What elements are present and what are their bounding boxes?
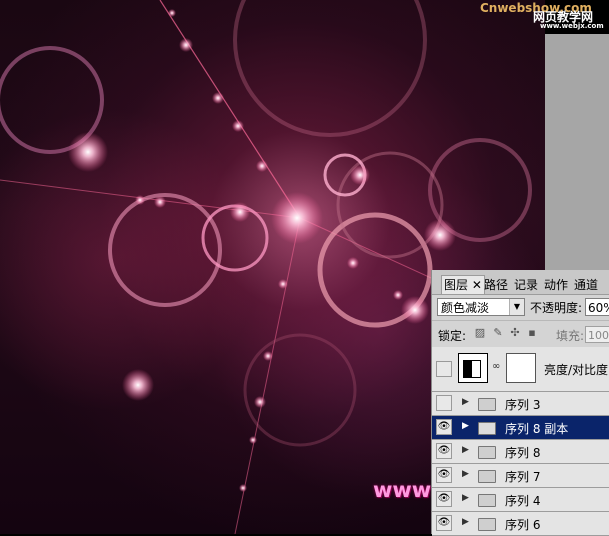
folder-icon [478, 422, 496, 435]
expand-triangle-icon[interactable]: ▶ [462, 493, 469, 503]
layer-name: 亮度/对比度 [544, 363, 609, 377]
layer-name: 序列 3 [505, 398, 541, 412]
folder-icon [478, 470, 496, 483]
lock-paint-icon[interactable]: ✎ [492, 327, 504, 339]
layer-group[interactable]: 👁 ▶ 序列 7 [432, 464, 609, 488]
layer-name: 序列 4 [505, 494, 541, 508]
layers-list: ∞ 亮度/对比度 ▶ 序列 3 👁 ▶ 序列 8 副本 👁 ▶ 序列 8 👁 ▶… [432, 347, 609, 536]
lock-row: 锁定: ▨ ✎ ✣ ▪ 填充: 100% [432, 320, 609, 348]
blend-mode-value: 颜色减淡 [441, 301, 490, 315]
tab-paths[interactable]: 路径 [484, 276, 508, 294]
expand-triangle-icon[interactable]: ▶ [462, 517, 469, 527]
layer-name: 序列 8 副本 [505, 422, 569, 436]
watermark-top-line3: www.webjx.com [540, 22, 604, 30]
chevron-down-icon[interactable]: ▼ [509, 299, 524, 315]
expand-triangle-icon[interactable]: ▶ [462, 421, 469, 431]
lock-position-icon[interactable]: ✣ [509, 327, 521, 339]
opacity-input[interactable]: 60% [585, 298, 609, 316]
layer-group[interactable]: 👁 ▶ 序列 8 副本 [432, 416, 609, 440]
layer-group[interactable]: 👁 ▶ 序列 6 [432, 512, 609, 536]
mask-thumbnail[interactable] [506, 353, 536, 383]
folder-icon [478, 398, 496, 411]
panel-tabs: 图层 ✕ 路径 记录 动作 通道 [432, 270, 609, 295]
eye-icon[interactable]: 👁 [436, 419, 452, 435]
visibility-toggle[interactable] [436, 361, 452, 377]
eye-icon[interactable]: 👁 [436, 443, 452, 459]
close-icon[interactable]: ✕ [472, 278, 482, 292]
lock-all-icon[interactable]: ▪ [526, 327, 538, 339]
opacity-label: 不透明度: [530, 301, 583, 315]
adjustment-thumbnail [458, 353, 488, 383]
tab-history[interactable]: 记录 [514, 276, 538, 294]
eye-icon[interactable]: 👁 [436, 491, 452, 507]
watermark-top: Cnwebshow.com 网页教学网 www.webjx.com [478, 0, 609, 34]
layer-name: 序列 8 [505, 446, 541, 460]
layer-group[interactable]: 👁 ▶ 序列 8 [432, 440, 609, 464]
tab-channels[interactable]: 通道 [574, 276, 598, 294]
blend-mode-select[interactable]: 颜色减淡 ▼ [437, 298, 525, 316]
fill-label: 填充: [556, 329, 585, 343]
layer-group[interactable]: 👁 ▶ 序列 4 [432, 488, 609, 512]
tab-actions[interactable]: 动作 [544, 276, 568, 294]
folder-icon [478, 518, 496, 531]
layer-name: 序列 6 [505, 518, 541, 532]
fill-input[interactable]: 100% [585, 326, 609, 343]
link-icon[interactable]: ∞ [492, 361, 500, 372]
layer-brightness-contrast[interactable]: ∞ 亮度/对比度 [432, 347, 609, 392]
workspace-background [545, 34, 609, 270]
expand-triangle-icon[interactable]: ▶ [462, 445, 469, 455]
layer-group[interactable]: ▶ 序列 3 [432, 392, 609, 416]
lock-label: 锁定: [438, 329, 467, 343]
eye-icon[interactable]: 👁 [436, 515, 452, 531]
expand-triangle-icon[interactable]: ▶ [462, 397, 469, 407]
eye-icon[interactable]: 👁 [436, 467, 452, 483]
visibility-toggle[interactable] [436, 395, 452, 411]
folder-icon [478, 446, 496, 459]
lock-transparency-icon[interactable]: ▨ [474, 327, 486, 339]
layer-name: 序列 7 [505, 470, 541, 484]
tab-layers[interactable]: 图层 ✕ [441, 275, 485, 294]
folder-icon [478, 494, 496, 507]
layers-panel: 图层 ✕ 路径 记录 动作 通道 颜色减淡 ▼ 不透明度: 60% 锁定: ▨ … [431, 270, 609, 536]
expand-triangle-icon[interactable]: ▶ [462, 469, 469, 479]
